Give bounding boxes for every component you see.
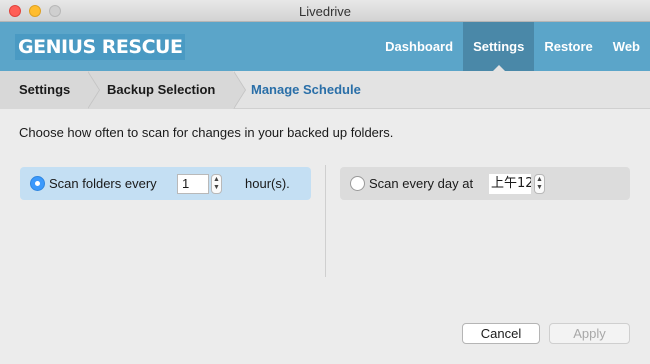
nav-dashboard[interactable]: Dashboard xyxy=(375,22,463,71)
hours-stepper-icon[interactable]: ▲ ▼ xyxy=(211,174,222,194)
interval-option[interactable]: Scan folders every 1 ▲ ▼ hour(s). xyxy=(20,167,311,200)
hours-unit-label: hour(s). xyxy=(245,176,290,191)
app-header: GENIUS RESCUE Dashboard Settings Restore… xyxy=(0,22,650,71)
main-nav: Dashboard Settings Restore Web xyxy=(375,22,650,71)
title-bar: Livedrive xyxy=(0,0,650,22)
nav-settings[interactable]: Settings xyxy=(463,22,535,71)
brand-logo: GENIUS RESCUE xyxy=(15,34,186,60)
window-title: Livedrive xyxy=(298,4,352,19)
breadcrumb-manage-schedule[interactable]: Manage Schedule xyxy=(233,71,361,109)
breadcrumb-chevron-icon xyxy=(87,71,99,109)
nav-web[interactable]: Web xyxy=(603,22,650,71)
options-divider xyxy=(325,165,326,277)
breadcrumb-backup-selection[interactable]: Backup Selection xyxy=(87,71,233,109)
interval-radio[interactable] xyxy=(30,176,45,191)
daily-label: Scan every day at xyxy=(369,176,474,191)
time-input[interactable]: 上午12 xyxy=(489,174,531,194)
breadcrumb-settings[interactable]: Settings xyxy=(0,71,87,109)
nav-restore[interactable]: Restore xyxy=(534,22,602,71)
apply-button[interactable]: Apply xyxy=(549,323,630,344)
schedule-instruction: Choose how often to scan for changes in … xyxy=(19,125,394,140)
daily-radio[interactable] xyxy=(350,176,365,191)
daily-option[interactable]: Scan every day at 上午12 ▲ ▼ xyxy=(340,167,630,200)
hours-input[interactable]: 1 xyxy=(177,174,209,194)
time-stepper-icon[interactable]: ▲ ▼ xyxy=(534,174,545,194)
breadcrumb-chevron-icon xyxy=(233,71,245,109)
cancel-button[interactable]: Cancel xyxy=(462,323,540,344)
breadcrumb: Settings Backup Selection Manage Schedul… xyxy=(0,71,650,109)
interval-label: Scan folders every xyxy=(49,176,157,191)
